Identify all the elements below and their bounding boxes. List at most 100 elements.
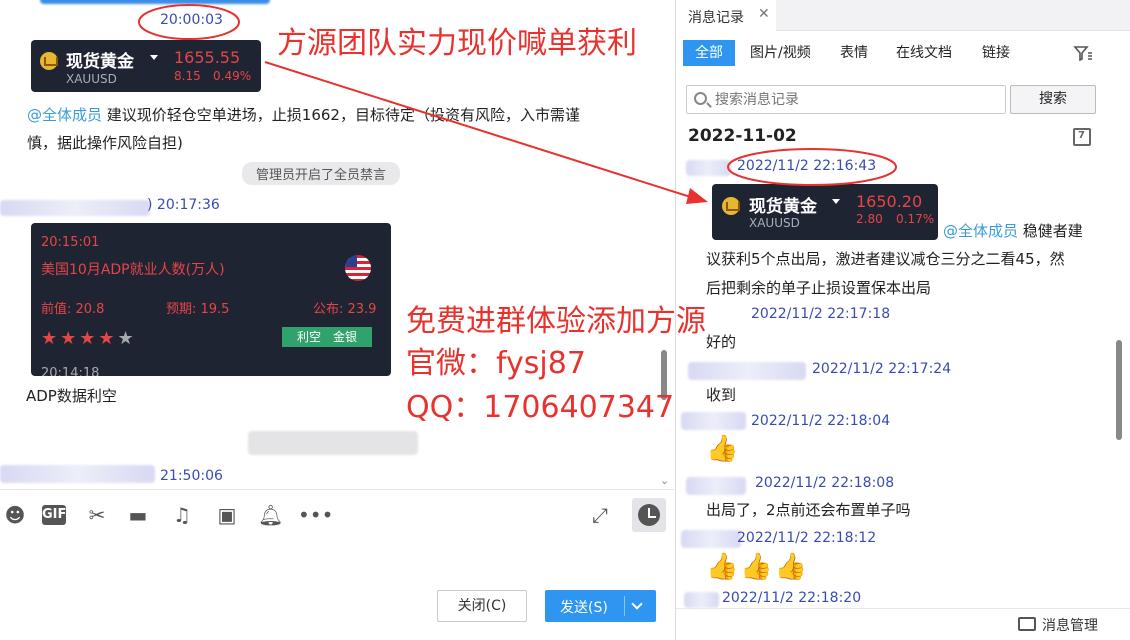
blurred-sender [688, 362, 806, 380]
filter-icon[interactable] [1073, 44, 1093, 64]
message-text: ADP数据利空 [26, 387, 117, 405]
caret-down-icon [150, 55, 158, 60]
us-flag-icon [345, 255, 371, 281]
blurred-sender [0, 200, 150, 216]
entry-text: 议获利5个点出局，激进者建议减仓三分之二看45，然 [706, 250, 1065, 268]
message-manage-button[interactable]: 消息管理 [1042, 615, 1098, 635]
history-date: 2022-11-02 [688, 126, 797, 146]
entry-time: 2022/11/2 22:16:43 [737, 158, 877, 174]
blurred-sender [684, 592, 719, 608]
entry-time: 2022/11/2 22:18:20 [722, 590, 862, 606]
importance-rating: ★★★★★ [41, 328, 137, 349]
quote-price: 1655.55 [174, 48, 241, 67]
folder-icon[interactable]: ▬ [126, 503, 150, 527]
send-separator [624, 596, 625, 616]
more-icon[interactable]: ••• [298, 503, 333, 527]
quote-change: 8.15 [174, 69, 201, 83]
quote-change: 2.80 [856, 212, 883, 226]
filter-docs[interactable]: 在线文档 [896, 40, 952, 66]
blurred-sender [686, 160, 731, 176]
close-button[interactable]: 关闭(C) [437, 590, 527, 622]
economic-data-card[interactable]: 20:15:01 美国10月ADP就业人数(万人) 前值: 20.8 预期: 1… [31, 223, 391, 376]
tab-label: 消息记录 [688, 10, 744, 26]
history-clock-button[interactable] [632, 498, 666, 532]
search-icon [694, 92, 707, 105]
blurred-sender [681, 412, 746, 430]
gif-icon[interactable]: GIF [42, 505, 66, 525]
entry-text: 好的 [706, 333, 737, 351]
entry-time: 2022/11/2 22:18:12 [737, 530, 877, 546]
input-toolbar: ☻ GIF ✂ ▬ ♫ ▣ 🔔︎ ••• ⤢ [0, 497, 674, 533]
message-manage-icon[interactable] [1018, 617, 1036, 631]
forecast-value: 预期: 19.5 [166, 302, 230, 317]
entry-time: 2022/11/2 22:17:24 [812, 361, 952, 377]
scissors-icon[interactable]: ✂ [85, 503, 109, 527]
close-tab-icon[interactable]: ✕ [758, 6, 770, 22]
collapse-icon[interactable]: ⌄ [660, 474, 669, 487]
promo-headline: 方源团队实力现价喊单获利 [277, 26, 637, 61]
thumbs-up-sticker: 👍👍👍 [706, 552, 810, 582]
history-tab-bar: 消息记录 ✕ [676, 0, 1130, 31]
system-notice: 管理员开启了全员禁言 [242, 162, 401, 185]
actual-value: 公布: 23.9 [313, 302, 377, 317]
filter-all[interactable]: 全部 [683, 40, 735, 66]
message-text: @全体成员 建议现价轻仓空单进场，止损1662，目标待定（投资有风险，入市需谨 … [27, 101, 657, 157]
impact-tag: 利空 金银 [282, 327, 372, 347]
quote-percent: 0.49% [213, 69, 252, 83]
filter-stickers[interactable]: 表情 [840, 40, 868, 66]
entry-text: 出局了，2点前还会布置单子吗 [706, 501, 911, 519]
calendar-icon[interactable] [1073, 128, 1091, 146]
history-search-input[interactable] [715, 89, 995, 110]
entry-time: 2022/11/2 22:18:04 [751, 413, 891, 429]
blurred-sender [686, 477, 746, 495]
entry-time: 2022/11/2 22:17:18 [751, 306, 891, 322]
gold-quote-card[interactable]: 现货黄金 XAUUSD 1655.55 8.15 0.49% [31, 40, 261, 92]
emoji-icon[interactable]: ☻ [3, 503, 27, 527]
message-time: ) 20:17:36 [147, 197, 220, 213]
gold-quote-card[interactable]: 现货黄金 XAUUSD 1650.20 2.80 0.17% [712, 184, 938, 240]
caret-down-icon [832, 199, 840, 204]
promo-line-1: 免费进群体验添加方源 [406, 304, 706, 339]
search-button[interactable]: 搜索 [1010, 85, 1096, 114]
music-icon[interactable]: ♫ [170, 503, 194, 527]
mention-all[interactable]: @全体成员 [943, 222, 1018, 240]
send-button[interactable]: 发送(S) [545, 590, 656, 622]
entry-text: 后把剩余的单子止损设置保本出局 [706, 279, 932, 297]
input-divider [0, 489, 674, 490]
entry-text: @全体成员 稳健者建 [943, 217, 1083, 246]
blurred-sender [0, 465, 155, 483]
send-label: 发送(S) [560, 600, 608, 616]
blurred-message [40, 0, 270, 4]
message-line: 建议现价轻仓空单进场，止损1662，目标待定（投资有风险，入市需谨 [102, 106, 580, 124]
message-time: 21:50:06 [160, 468, 223, 484]
quote-price: 1650.20 [856, 192, 923, 211]
blurred-sender [681, 530, 741, 548]
expand-icon[interactable]: ⤢ [588, 503, 612, 527]
filter-links[interactable]: 链接 [982, 40, 1010, 66]
image-icon[interactable]: ▣ [215, 503, 239, 527]
card-time: 20:15:01 [41, 235, 100, 250]
previous-value: 前值: 20.8 [41, 302, 105, 317]
history-search-box [686, 85, 1006, 114]
message-history-panel: 消息记录 ✕ 全部 图片/视频 表情 在线文档 链接 搜索 2022-11-02… [675, 0, 1130, 640]
filter-media[interactable]: 图片/视频 [750, 40, 811, 66]
gold-coin-icon [40, 52, 58, 70]
history-scrollbar[interactable] [1116, 340, 1122, 440]
quote-name: 现货黄金 [749, 197, 817, 217]
message-line: 慎，据此操作风险自担) [27, 134, 183, 152]
message-time: 20:00:03 [160, 12, 223, 28]
promo-line-3: QQ：1706407347 [406, 390, 675, 425]
bell-icon[interactable]: 🔔︎ [258, 503, 283, 527]
mention-all[interactable]: @全体成员 [27, 106, 102, 124]
entry-text: 收到 [706, 386, 737, 404]
blurred-notice [248, 431, 418, 455]
quote-name: 现货黄金 [66, 52, 134, 72]
quote-percent: 0.17% [896, 212, 935, 226]
gold-coin-icon [722, 197, 740, 215]
panel-footer-divider [676, 608, 1130, 609]
quote-symbol: XAUUSD [66, 72, 117, 86]
app-window: 20:00:03 现货黄金 XAUUSD 1655.55 8.15 0.49% … [0, 0, 1130, 640]
thumbs-up-sticker: 👍 [706, 434, 739, 464]
promo-line-2: 官微：fysj87 [406, 346, 586, 381]
send-options-icon[interactable] [631, 598, 643, 610]
